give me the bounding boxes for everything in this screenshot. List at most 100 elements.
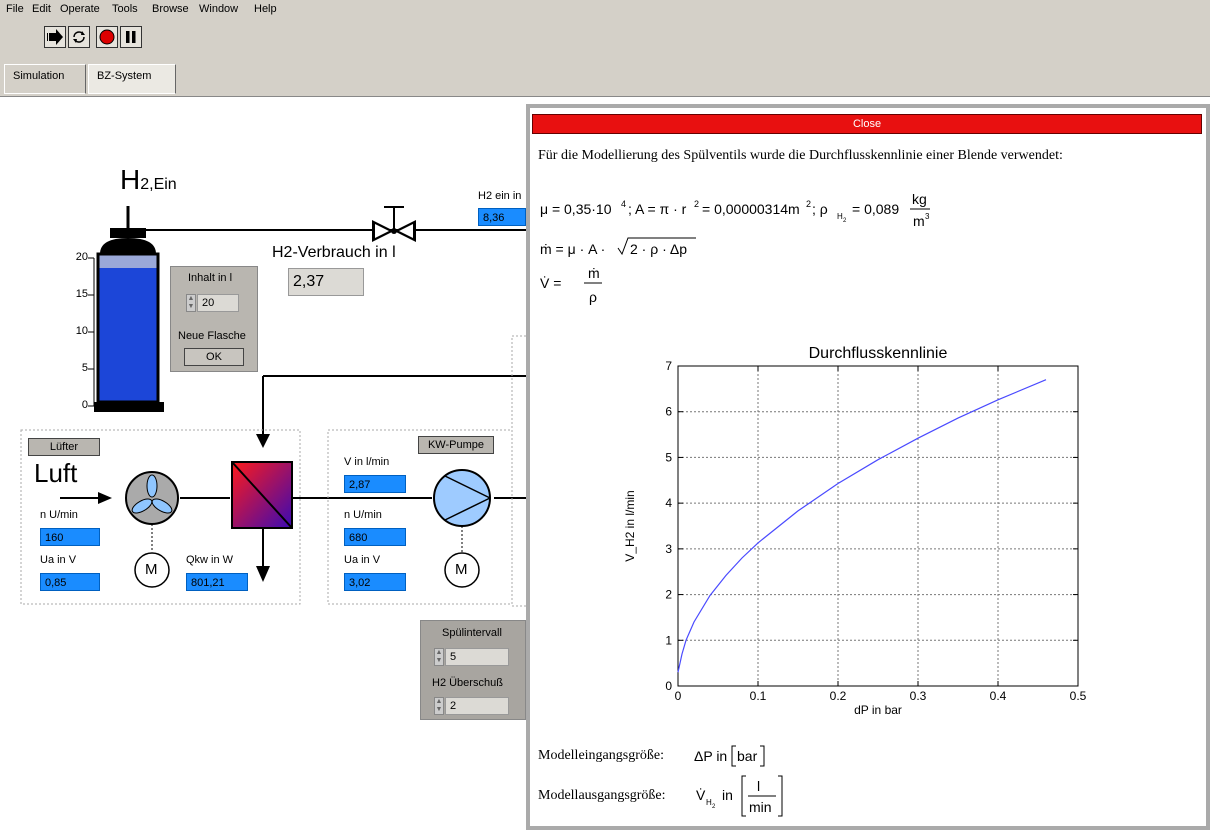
- svg-text:bar: bar: [737, 748, 758, 764]
- fan-speed-value: 160: [40, 528, 100, 546]
- menu-edit[interactable]: Edit: [32, 3, 51, 15]
- svg-text:2: 2: [843, 218, 847, 224]
- chart-x-tick-label: 0.1: [750, 689, 767, 703]
- run-continuously-button[interactable]: [68, 26, 90, 48]
- qkw-value: 801,21: [186, 573, 248, 591]
- ueberschuss-spinner[interactable]: ▲ ▼: [434, 697, 444, 715]
- eingang-label: Modelleingangsgröße:: [538, 748, 664, 763]
- run-arrow-icon: [47, 29, 63, 45]
- spuel-label: Spülintervall: [442, 627, 502, 639]
- toolbar: [0, 20, 1210, 61]
- flow-value: 2,87: [344, 475, 406, 493]
- qkw-label: Qkw in W: [186, 554, 234, 566]
- h2-ein-label: H2 ein in: [478, 190, 522, 202]
- tank-tick-5: 5: [81, 362, 88, 374]
- ueberschuss-input[interactable]: 2: [445, 697, 509, 715]
- h2-inlet-title: H2,Ein: [120, 164, 177, 195]
- spuel-input[interactable]: 5: [445, 648, 509, 666]
- svg-text:V̇ =: V̇ =: [540, 275, 561, 291]
- menu-bar: File Edit Operate Tools Browse Window He…: [0, 0, 1210, 20]
- svg-text:4: 4: [621, 199, 626, 209]
- ok-button[interactable]: OK: [184, 348, 244, 366]
- pause-icon: [126, 31, 136, 43]
- tank-tick-20: 20: [75, 251, 88, 263]
- chart-y-tick-label: 0: [665, 679, 672, 693]
- kw-pumpe-button[interactable]: KW-Pumpe: [418, 436, 494, 454]
- svg-text:ΔP in: ΔP in: [694, 748, 727, 764]
- h2-ein-value: 8,36: [478, 208, 526, 226]
- svg-text:ṁ = μ · A ·: ṁ = μ · A ·: [540, 241, 605, 257]
- chart-y-tick-label: 2: [665, 588, 672, 602]
- abort-button[interactable]: [96, 26, 118, 48]
- menu-browse[interactable]: Browse: [152, 3, 189, 15]
- fan-speed-label: n U/min: [40, 509, 78, 521]
- pump-voltage-value: 3,02: [344, 573, 406, 591]
- chart-y-tick-label: 1: [665, 633, 672, 647]
- ueberschuss-label: H2 Überschuß: [432, 677, 503, 689]
- tab-simulation[interactable]: Simulation: [4, 64, 86, 94]
- svg-text:3: 3: [925, 212, 930, 221]
- close-button[interactable]: Close: [532, 114, 1202, 134]
- svg-text:μ = 0,35·10: μ = 0,35·10: [540, 201, 612, 217]
- chart-title: Durchflusskennlinie: [809, 345, 948, 362]
- svg-text:ṁ: ṁ: [588, 265, 600, 281]
- dialog-intro-text: Für die Modellierung des Spülventils wur…: [538, 148, 1063, 163]
- tab-bz-system[interactable]: BZ-System: [88, 64, 176, 94]
- pump-speed-label: n U/min: [344, 509, 382, 521]
- svg-text:= 0,089: = 0,089: [852, 201, 899, 217]
- chart-x-tick-label: 0.3: [910, 689, 927, 703]
- flow-formulas: μ = 0,35·10 4 ; A = π · r 2 = 0,00000314…: [540, 191, 930, 305]
- chart-y-tick-label: 3: [665, 542, 672, 556]
- inhalt-label: Inhalt in l: [188, 272, 233, 284]
- eingang-unit: ΔP in bar: [694, 745, 765, 767]
- svg-text:in: in: [722, 787, 733, 803]
- fan-voltage-label: Ua in V: [40, 554, 77, 566]
- chart-y-tick-label: 5: [665, 450, 672, 464]
- chart-y-tick-label: 4: [665, 496, 672, 510]
- svg-text:2 · ρ · Δp: 2 · ρ · Δp: [630, 241, 687, 257]
- chart-y-tick-label: 7: [665, 359, 672, 373]
- svg-text:l: l: [757, 778, 760, 794]
- chart-y-axis-label: V_H2 in l/min: [623, 490, 637, 561]
- run-continuously-icon: [73, 31, 85, 43]
- tank-tick-10: 10: [75, 325, 88, 337]
- svg-text:; A = π · r: ; A = π · r: [628, 201, 687, 217]
- luefter-button[interactable]: Lüfter: [28, 438, 100, 456]
- flow-characteristic-chart: 0 0.1 0.2 0.3 0.4 0.5 0 1 2 3 4 5 6 7 Durchflusskennli…: [598, 330, 1128, 726]
- svg-text:ρ: ρ: [589, 289, 597, 305]
- menu-operate[interactable]: Operate: [60, 3, 100, 15]
- chart-x-axis-label: dP in bar: [854, 703, 902, 717]
- ausgang-label: Modellausgangsgröße:: [538, 788, 666, 803]
- svg-text:; ρ: ; ρ: [812, 201, 828, 217]
- flow-label: V in l/min: [344, 456, 390, 468]
- pause-button[interactable]: [120, 26, 142, 48]
- svg-text:kg: kg: [912, 191, 927, 207]
- verbrauch-value: 2,37: [288, 268, 364, 296]
- verbrauch-label: H2-Verbrauch in l: [272, 244, 396, 261]
- menu-tools[interactable]: Tools: [112, 3, 138, 15]
- neue-flasche-label: Neue Flasche: [178, 330, 246, 342]
- menu-file[interactable]: File: [6, 3, 24, 15]
- stop-icon: [99, 29, 115, 45]
- svg-text:2: 2: [806, 199, 811, 209]
- menu-window[interactable]: Window: [199, 3, 238, 15]
- tab-bar: [0, 60, 1210, 97]
- fan-voltage-value: 0,85: [40, 573, 100, 591]
- spuel-spinner[interactable]: ▲ ▼: [434, 648, 444, 666]
- svg-text:m: m: [913, 213, 925, 229]
- luft-label: Luft: [34, 458, 78, 488]
- svg-text:2: 2: [712, 804, 716, 810]
- svg-text:2: 2: [694, 199, 699, 209]
- menu-help[interactable]: Help: [254, 3, 277, 15]
- pump-speed-value: 680: [344, 528, 406, 546]
- fan-motor-label: M: [145, 561, 158, 578]
- chart-y-tick-label: 6: [665, 405, 672, 419]
- pump-motor-label: M: [455, 561, 468, 578]
- tank-tick-15: 15: [75, 288, 88, 300]
- chart-x-tick-label: 0: [675, 689, 682, 703]
- svg-text:= 0,00000314m: = 0,00000314m: [702, 201, 800, 217]
- inhalt-input[interactable]: 20: [197, 294, 239, 312]
- inhalt-spinner[interactable]: ▲ ▼: [186, 294, 196, 312]
- run-arrow-button[interactable]: [44, 26, 66, 48]
- tank-tick-0: 0: [81, 399, 88, 411]
